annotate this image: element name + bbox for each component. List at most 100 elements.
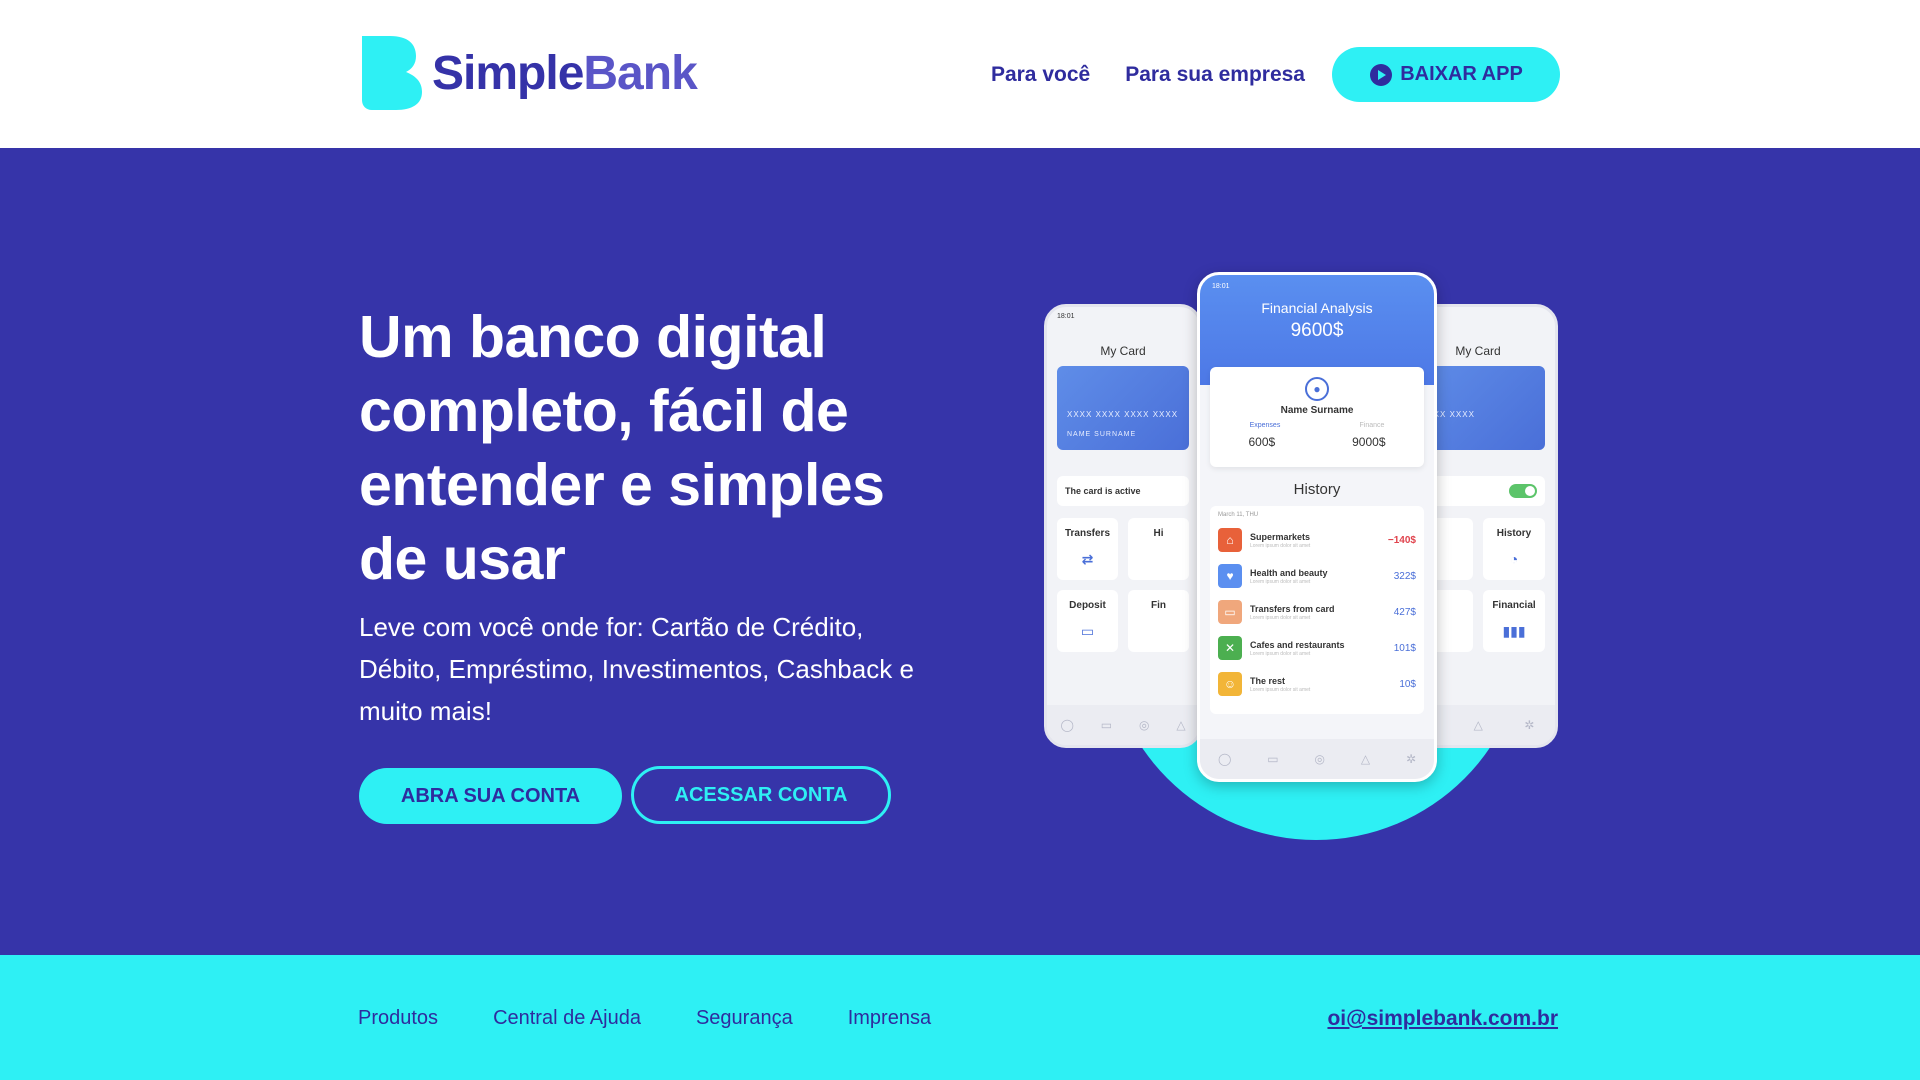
phone-left-tabbar: ◯ ▭ ◎ △ [1047, 705, 1199, 745]
financial-analysis-title: Financial Analysis [1261, 300, 1373, 316]
hero-subtitle: Leve com você onde for: Cartão de Crédit… [359, 612, 914, 726]
download-app-button[interactable]: BAIXAR APP [1332, 47, 1560, 102]
transaction-amount: 101$ [1393, 642, 1416, 654]
access-account-button[interactable]: ACESSAR CONTA [631, 766, 891, 824]
transaction-item: ▭ Transfers from card Lorem ipsum dolor s… [1218, 594, 1416, 630]
phone-mockup-center: 18:01 Financial Analysis 9600$ ● Name Su… [1197, 272, 1437, 782]
transfer-icon: ⇄ [1081, 551, 1094, 567]
footer-link-seguranca[interactable]: Segurança [696, 1007, 793, 1030]
avatar-icon: ● [1305, 377, 1329, 401]
site-footer: Produtos Central de Ajuda Segurança Impr… [0, 955, 1920, 1080]
income-value: 9000$ [1352, 435, 1386, 449]
card-icon: ▭ [1100, 718, 1113, 732]
transaction-amount: 427$ [1393, 606, 1416, 618]
user-icon: ◯ [1060, 718, 1074, 732]
transaction-text: Health and beauty Lorem ipsum dolor sit a… [1250, 568, 1394, 585]
phone-right-tile-label: History [1496, 528, 1532, 539]
transaction-name: Cafes and restaurants [1250, 639, 1345, 650]
phone-left-tile: Deposit ▭ [1057, 590, 1118, 652]
expenses-label: Expenses [1249, 422, 1281, 429]
footer-link-produtos[interactable]: Produtos [358, 1007, 438, 1030]
card-icon: ▭ [1267, 752, 1279, 766]
phone-right-tile-label: Financial [1492, 600, 1536, 611]
transaction-desc: Lorem ipsum dolor sit amet [1250, 578, 1311, 585]
phone-center-tabbar: ◯ ▭ ◎ △ ✲ [1200, 739, 1434, 779]
transaction-amount: 322$ [1393, 570, 1416, 582]
phone-right-tile: History ◔ [1483, 518, 1545, 580]
phone-right-tile: Financial ▮▮▮ [1483, 590, 1545, 652]
income-label: Finance [1359, 422, 1385, 429]
transaction-desc: Lorem ipsum dolor sit amet [1250, 686, 1311, 693]
transaction-text: Transfers from card Lorem ipsum dolor sit… [1250, 604, 1394, 621]
phone-left-tile-label: Deposit [1069, 600, 1106, 611]
shopping-basket-icon: ⌂ [1218, 528, 1242, 552]
user-summary-box: ● Name Surname Expenses Finance 600$ 900… [1210, 367, 1424, 467]
heart-icon: ♥ [1218, 564, 1242, 588]
logo-b-icon [362, 36, 422, 110]
nav-para-sua-empresa[interactable]: Para sua empresa [1125, 63, 1305, 87]
money-icon: ▭ [1080, 623, 1095, 639]
history-title: History [1293, 481, 1341, 498]
settings-icon: ✲ [1524, 718, 1535, 732]
phone-left-card-status-text: The card is active [1065, 486, 1141, 496]
transaction-text: The rest Lorem ipsum dolor sit amet [1250, 676, 1399, 693]
user-icon: ◯ [1217, 752, 1232, 766]
phone-left-card-name: NAME SURNAME [1067, 431, 1137, 438]
history-icon: ◔ [1509, 551, 1519, 567]
transaction-amount: 10$ [1399, 678, 1416, 690]
brand-name: SimpleBank [432, 46, 698, 101]
phone-left-tile-label: Transfers [1064, 528, 1111, 539]
bell-icon: △ [1176, 718, 1186, 732]
phone-mockup-left: 18:01 My Card XXXX XXXX XXXX XXXX NAME S… [1044, 304, 1202, 748]
download-app-label: BAIXAR APP [1400, 63, 1523, 85]
card-transfer-icon: ▭ [1218, 600, 1242, 624]
phone-left-title: My Card [1100, 344, 1146, 358]
transaction-date: March 11, THU [1218, 512, 1259, 518]
transaction-amount: −140$ [1387, 534, 1416, 546]
financial-analysis-amount: 9600$ [1290, 320, 1344, 341]
phone-left-tile: Transfers ⇄ [1057, 518, 1118, 580]
open-account-button[interactable]: ABRA SUA CONTA [359, 768, 622, 824]
main-nav: Para você Para sua empresa BAIXAR APP [991, 47, 1560, 102]
transaction-desc: Lorem ipsum dolor sit amet [1250, 650, 1311, 657]
footer-email-link[interactable]: oi@simplebank.com.br [1327, 1007, 1558, 1031]
footer-links: Produtos Central de Ajuda Segurança Impr… [358, 1007, 986, 1030]
transaction-name: Transfers from card [1250, 603, 1335, 614]
brand-logo[interactable]: SimpleBank [360, 36, 698, 110]
transaction-desc: Lorem ipsum dolor sit amet [1250, 614, 1311, 621]
bell-icon: △ [1360, 752, 1371, 766]
transaction-text: Cafes and restaurants Lorem ipsum dolor s… [1250, 640, 1394, 657]
summary-labels: Expenses Finance [1210, 422, 1424, 429]
user-name: Name Surname [1280, 405, 1354, 416]
expenses-value: 600$ [1248, 435, 1276, 449]
transaction-name: Health and beauty [1250, 567, 1328, 578]
transaction-item: ♥ Health and beauty Lorem ipsum dolor sit… [1218, 558, 1416, 594]
hero-section: Um banco digital completo, fácil de ente… [0, 148, 1920, 955]
transaction-name: The rest [1250, 675, 1286, 686]
phone-left-tile: Fin [1128, 590, 1189, 652]
footer-link-central-de-ajuda[interactable]: Central de Ajuda [493, 1007, 641, 1030]
card-active-toggle [1509, 484, 1537, 498]
hero-title: Um banco digital completo, fácil de ente… [359, 304, 885, 592]
coins-icon: ◎ [1138, 718, 1150, 732]
brand-name-main: Simple [432, 46, 584, 100]
phone-center-time: 18:01 [1212, 283, 1230, 290]
transaction-item: ⌂ Supermarkets Lorem ipsum dolor sit amet… [1218, 522, 1416, 558]
transaction-list: March 11, THU ⌂ Supermarkets Lorem ipsum … [1210, 506, 1424, 714]
coins-icon: ◎ [1314, 752, 1325, 766]
site-header: SimpleBank Para você Para sua empresa BA… [0, 0, 1920, 148]
phone-left-card-status: The card is active [1057, 476, 1189, 506]
phone-left-card-number: XXXX XXXX XXXX XXXX [1067, 410, 1179, 419]
transaction-desc: Lorem ipsum dolor sit amet [1250, 542, 1311, 549]
summary-values: 600$ 9000$ [1210, 435, 1424, 449]
phone-left-card: XXXX XXXX XXXX XXXX NAME SURNAME [1057, 366, 1189, 450]
phone-left-tile-label: Hi [1153, 528, 1164, 539]
transaction-item: ✕ Cafes and restaurants Lorem ipsum dolor… [1218, 630, 1416, 666]
bell-icon: △ [1473, 718, 1483, 732]
transaction-item: ☺ The rest Lorem ipsum dolor sit amet 10$ [1218, 666, 1416, 702]
footer-link-imprensa[interactable]: Imprensa [848, 1007, 931, 1030]
nav-para-voce[interactable]: Para você [991, 63, 1090, 87]
brand-name-light: Bank [583, 46, 697, 100]
settings-icon: ✲ [1405, 752, 1416, 766]
transaction-name: Supermarkets [1250, 531, 1311, 542]
